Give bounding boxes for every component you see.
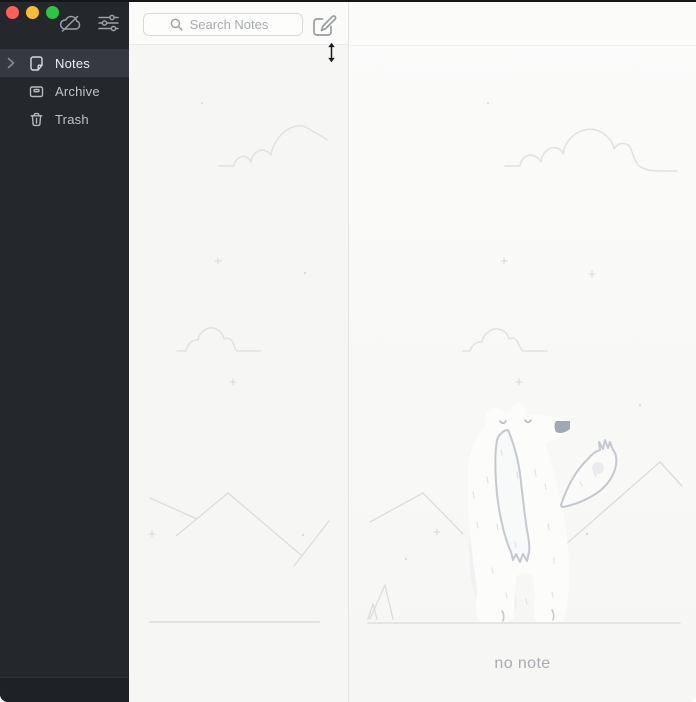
note-editor-pane: no note [349, 2, 696, 702]
sidebar-nav: Notes Archive Trash [0, 49, 129, 133]
chevron-right-icon[interactable] [7, 57, 15, 69]
pane-divider[interactable] [348, 2, 349, 702]
sync-off-button[interactable] [57, 12, 83, 34]
sidebar-item-label: Archive [55, 83, 100, 99]
sidebar-item-label: Notes [55, 55, 90, 71]
sidebar-item-archive[interactable]: Archive [0, 77, 129, 105]
note-list-pane [129, 2, 348, 702]
traffic-lights [6, 6, 59, 19]
archive-icon [28, 83, 45, 100]
trash-icon [28, 111, 45, 128]
vertical-resize-cursor [326, 42, 337, 63]
sliders-icon [97, 13, 120, 33]
sidebar-item-trash[interactable]: Trash [0, 105, 129, 133]
sidebar-options-button[interactable] [95, 12, 121, 34]
window-top-edge [0, 0, 696, 2]
bear-notes-window: Notes Archive Trash Search Notes no note [0, 0, 696, 702]
new-note-button[interactable] [309, 11, 339, 39]
search-box [143, 13, 303, 36]
sidebar-footer [0, 677, 129, 702]
sidebar: Notes Archive Trash [0, 0, 129, 702]
compose-icon [310, 12, 338, 39]
empty-note-illustration [367, 101, 683, 624]
empty-state-text: no note [494, 655, 551, 672]
minimize-button[interactable] [26, 6, 39, 19]
sidebar-item-notes[interactable]: Notes [0, 49, 129, 77]
polar-bear [466, 402, 618, 623]
close-button[interactable] [6, 6, 19, 19]
cloud-offline-icon [58, 13, 83, 34]
empty-list-illustration [148, 102, 330, 623]
search-input[interactable] [143, 13, 303, 36]
note-icon [28, 55, 45, 72]
list-toolbar [129, 2, 348, 45]
sidebar-item-label: Trash [55, 111, 89, 127]
